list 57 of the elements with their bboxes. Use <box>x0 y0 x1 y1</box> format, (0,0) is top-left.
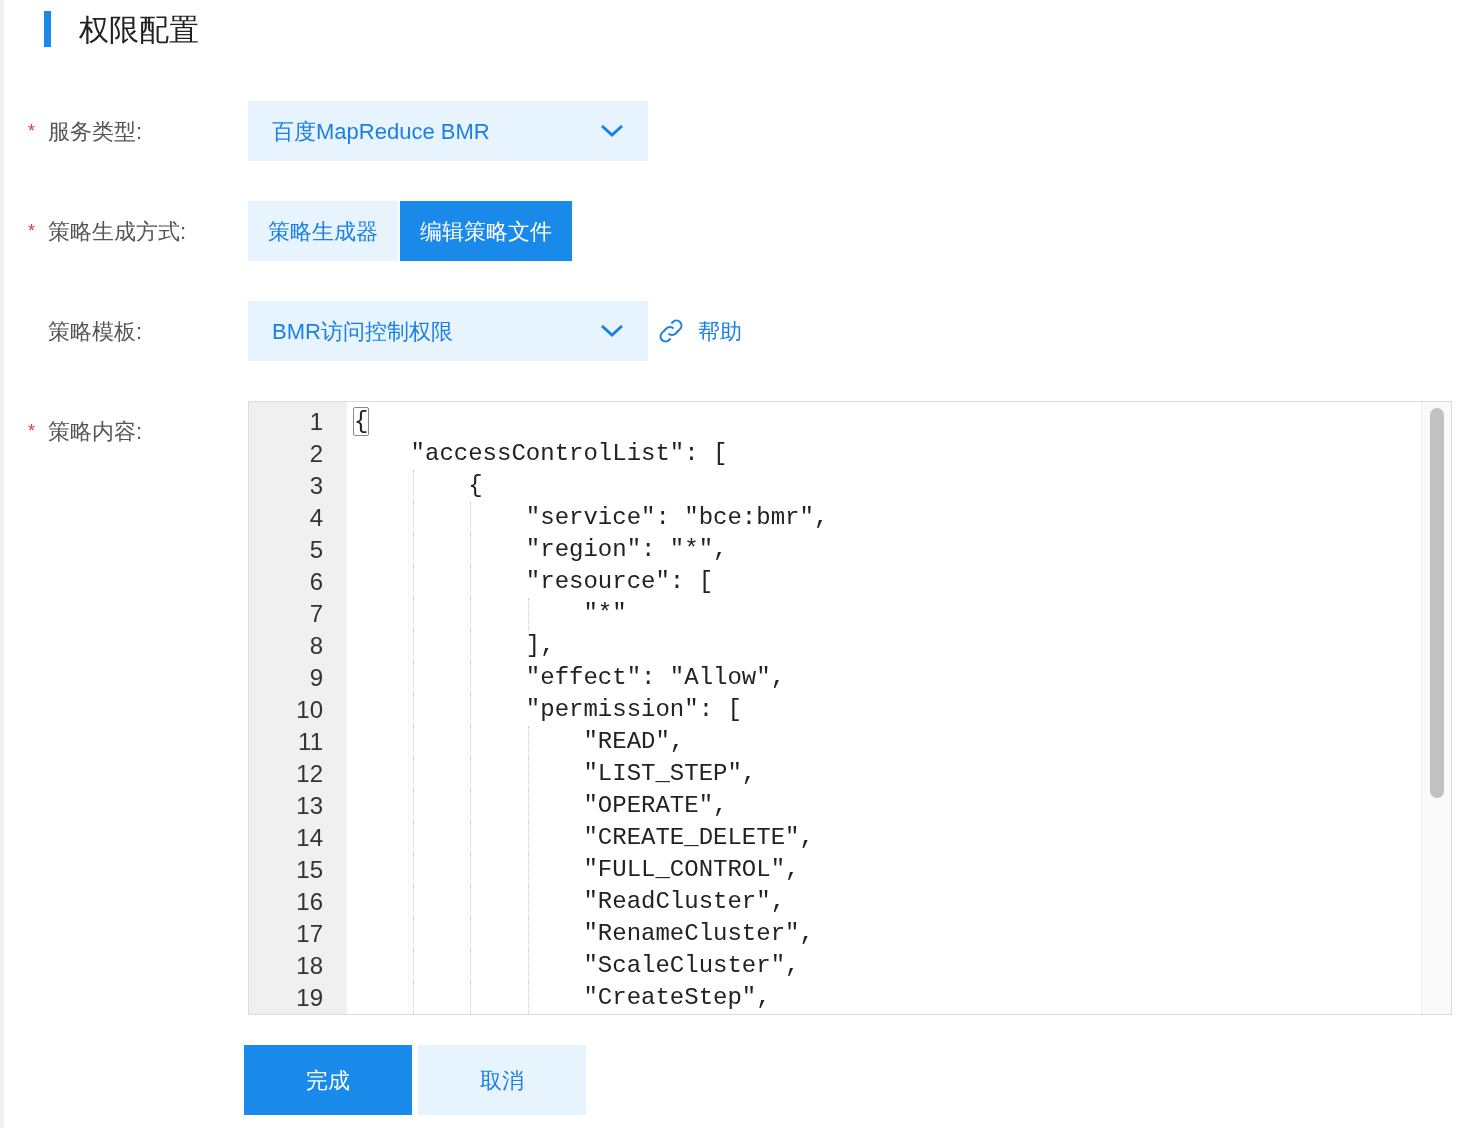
line-number: 10 <box>296 695 323 725</box>
code-editor[interactable] <box>248 401 1452 1015</box>
line-number: 14 <box>296 823 323 853</box>
required-asterisk: * <box>28 119 35 143</box>
code-line: ], <box>524 632 555 659</box>
line-number: 17 <box>296 919 323 949</box>
line-number: 15 <box>296 855 323 885</box>
title-accent-bar <box>44 11 51 47</box>
chevron-down-icon <box>600 324 624 338</box>
mode-tab[interactable]: 策略生成器 <box>248 201 398 261</box>
code-line: "service": "bce:bmr", <box>524 504 829 531</box>
line-number: 3 <box>309 471 323 501</box>
section-title: 权限配置 <box>79 11 199 48</box>
line-number: 13 <box>296 791 323 821</box>
scrollbar-thumb[interactable] <box>1429 408 1444 798</box>
code-line: "accessControlList": [ <box>409 440 728 467</box>
line-number: 16 <box>296 887 323 917</box>
code-line: "ScaleCluster", <box>582 952 800 979</box>
code-line: "region": "*", <box>524 536 728 563</box>
code-line: "FULL_CONTROL", <box>582 856 800 883</box>
line-number: 9 <box>309 663 323 693</box>
code-line: "READ", <box>582 728 685 755</box>
field-label: 策略模板: <box>48 317 143 346</box>
code-line: "CreateStep", <box>582 984 771 1011</box>
code-line: "RenameCluster", <box>582 920 814 947</box>
line-number: 19 <box>296 983 323 1013</box>
required-asterisk: * <box>28 219 35 243</box>
code-line: "ReadCluster", <box>582 888 786 915</box>
line-number: 12 <box>296 759 323 789</box>
code-line: { <box>467 472 483 499</box>
required-asterisk: * <box>28 419 35 443</box>
code-line: "CREATE_DELETE", <box>582 824 814 851</box>
line-number: 1 <box>309 407 323 437</box>
line-number: 7 <box>309 599 323 629</box>
code-line: "OPERATE", <box>582 792 728 819</box>
line-number: 6 <box>309 567 323 597</box>
line-number: 4 <box>309 503 323 533</box>
line-number: 11 <box>298 727 323 757</box>
line-number: 8 <box>309 631 323 661</box>
code-line: "effect": "Allow", <box>524 664 786 691</box>
code-line: "LIST_STEP", <box>582 760 757 787</box>
select-dropdown[interactable]: BMR访问控制权限 <box>248 301 648 361</box>
line-number: 5 <box>309 535 323 565</box>
help-link[interactable]: 帮助 <box>656 314 742 348</box>
field-label: 服务类型: <box>48 117 143 146</box>
code-line: "resource": [ <box>524 568 714 595</box>
mode-tab[interactable]: 编辑策略文件 <box>400 201 572 261</box>
confirm-button[interactable]: 完成 <box>244 1045 412 1115</box>
line-number: 18 <box>296 951 323 981</box>
field-label: 策略内容: <box>48 417 143 446</box>
code-line: "*" <box>582 600 627 627</box>
line-number: 2 <box>309 439 323 469</box>
code-line: "permission": [ <box>524 696 742 723</box>
chevron-down-icon <box>600 124 624 138</box>
select-dropdown[interactable]: 百度MapReduce BMR <box>248 101 648 161</box>
field-label: 策略生成方式: <box>48 217 187 246</box>
cancel-button[interactable]: 取消 <box>418 1045 586 1115</box>
